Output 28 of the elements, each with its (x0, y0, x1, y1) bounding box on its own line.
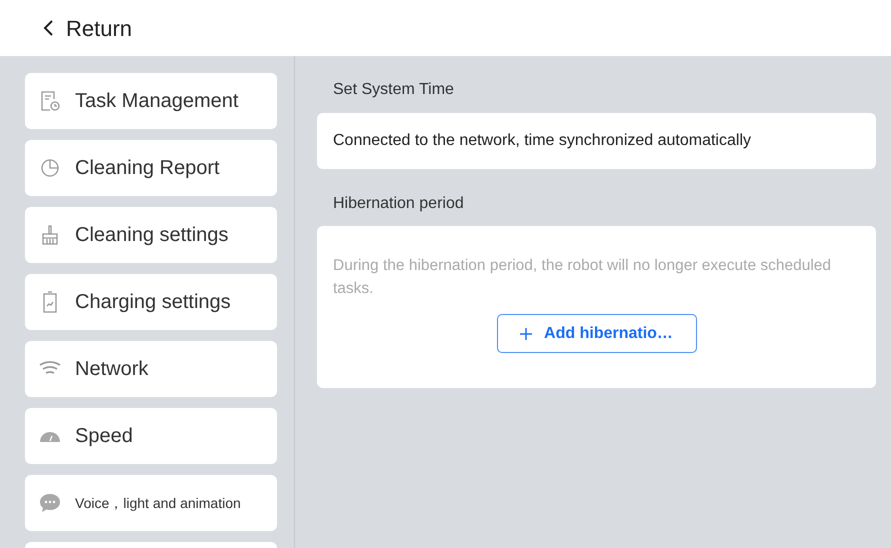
speedometer-icon (39, 429, 61, 443)
sidebar-item[interactable]: Network (25, 341, 277, 397)
battery-icon (42, 291, 58, 313)
sidebar-item-label: Network (75, 357, 148, 382)
sidebar-item-label: Speed (75, 424, 133, 449)
sidebar-item-label: Cleaning Report (75, 156, 220, 181)
sidebar-item[interactable]: Cleaning Report (25, 140, 277, 196)
section-title: Hibernation period (332, 194, 465, 214)
sidebar-item[interactable]: Voice，light and animation (25, 475, 277, 531)
sidebar-item-label: Charging settings (75, 290, 231, 315)
pie-chart-icon (40, 158, 60, 178)
status-text: Connected to the network, time synchronized automatically (333, 131, 751, 151)
task-list-icon (40, 90, 60, 112)
back-label[interactable]: Return (66, 12, 132, 44)
chat-bubble-icon (39, 493, 61, 513)
broom-icon (40, 225, 60, 245)
sidebar-item-label: Voice，light and animation (75, 494, 241, 513)
sidebar-item-label: Cleaning settings (75, 223, 228, 248)
sidebar-item[interactable]: Cleaning settings (25, 207, 277, 263)
sidebar-item-label: Task Management (75, 89, 238, 114)
sidebar-item[interactable]: Speed (25, 408, 277, 464)
add-hibernation-button[interactable]: Add hibernatio… (496, 314, 696, 353)
back-chevron-icon[interactable] (42, 19, 54, 37)
sidebar-item[interactable]: Task Management (25, 73, 277, 129)
section-title: Set System Time (332, 80, 455, 100)
sidebar-item[interactable]: Charging settings (25, 274, 277, 330)
plus-icon (520, 328, 532, 340)
hibernation-description: During the hibernation period, the robot will no longer execute scheduled tasks. (333, 256, 832, 299)
